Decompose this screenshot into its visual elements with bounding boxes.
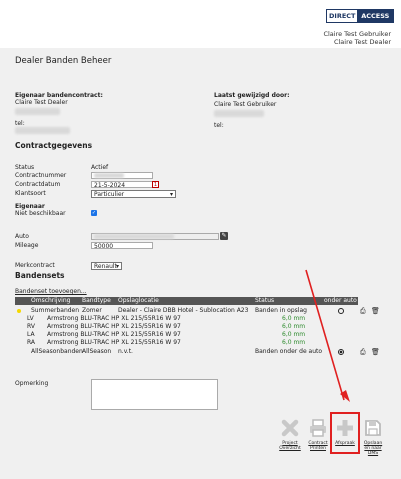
project-overview-button[interactable]: Project Overzicht xyxy=(279,418,301,451)
contract-print-label: Contract Printen xyxy=(308,441,328,451)
plus-icon xyxy=(337,420,353,436)
project-overview-label: Project Overzicht xyxy=(279,441,301,451)
save-disk-icon xyxy=(365,420,381,436)
contract-print-button[interactable]: Contract Printen xyxy=(307,418,329,451)
afspraak-button[interactable]: Afspraak xyxy=(334,418,356,446)
close-x-icon xyxy=(281,419,299,437)
save-to-dms-button[interactable]: Opslaan en naar DMS xyxy=(362,418,384,456)
printer-icon xyxy=(310,419,326,437)
annotation-arrow xyxy=(305,269,350,402)
save-to-dms-label: Opslaan en naar DMS xyxy=(363,441,383,456)
afspraak-label: Afspraak xyxy=(335,441,355,446)
